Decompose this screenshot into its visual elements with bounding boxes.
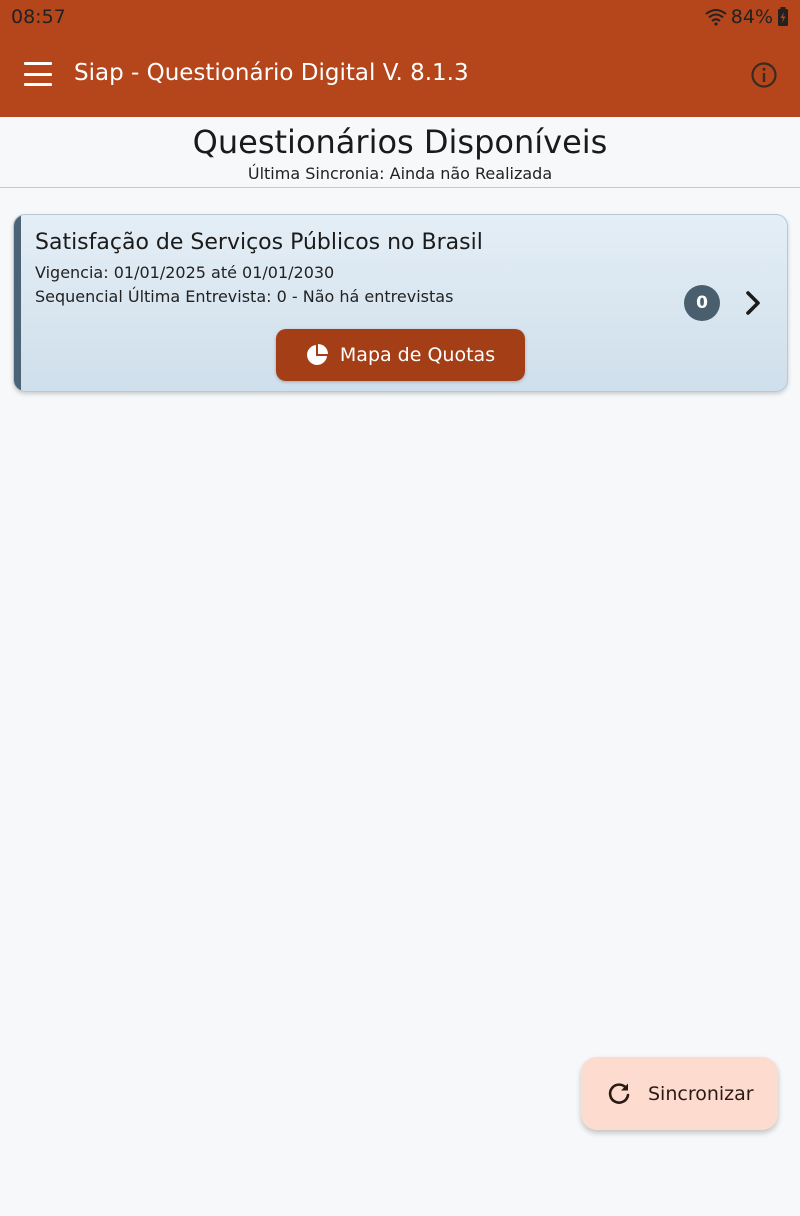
pie-chart-icon xyxy=(306,344,328,365)
wifi-icon xyxy=(705,9,727,26)
info-icon[interactable] xyxy=(750,61,778,89)
toolbar: Siap - Questionário Digital V. 8.1.3 xyxy=(0,34,800,117)
status-time: 08:57 xyxy=(11,6,66,28)
questionnaire-card[interactable]: Satisfação de Serviços Públicos no Brasi… xyxy=(13,214,788,392)
card-accent-bar xyxy=(14,215,21,391)
menu-icon[interactable] xyxy=(24,62,52,86)
page-title: Questionários Disponíveis xyxy=(192,123,608,161)
status-right: 84% xyxy=(705,6,789,28)
questionnaire-title: Satisfação de Serviços Públicos no Brasi… xyxy=(35,230,483,255)
sync-button-label: Sincronizar xyxy=(648,1082,754,1105)
questionnaire-validity: Vigencia: 01/01/2025 até 01/01/2030 xyxy=(35,263,335,282)
page-header: Questionários Disponíveis Última Sincron… xyxy=(0,117,800,188)
chevron-right-icon[interactable] xyxy=(742,287,766,319)
refresh-icon xyxy=(608,1082,630,1104)
app-title: Siap - Questionário Digital V. 8.1.3 xyxy=(74,60,469,86)
quota-map-button[interactable]: Mapa de Quotas xyxy=(276,329,525,381)
quota-map-label: Mapa de Quotas xyxy=(339,344,496,366)
questionnaire-last-interview: Sequencial Última Entrevista: 0 - Não há… xyxy=(35,287,454,306)
app-bar: 08:57 84% Siap - Questionário Digital V.… xyxy=(0,0,800,117)
status-bar: 08:57 84% xyxy=(0,0,800,34)
last-sync-text: Última Sincronia: Ainda não Realizada xyxy=(247,164,553,183)
battery-percent: 84% xyxy=(730,6,773,28)
sync-button[interactable]: Sincronizar xyxy=(581,1057,778,1130)
battery-charging-icon xyxy=(778,7,788,26)
interview-count-badge: 0 xyxy=(684,285,720,321)
